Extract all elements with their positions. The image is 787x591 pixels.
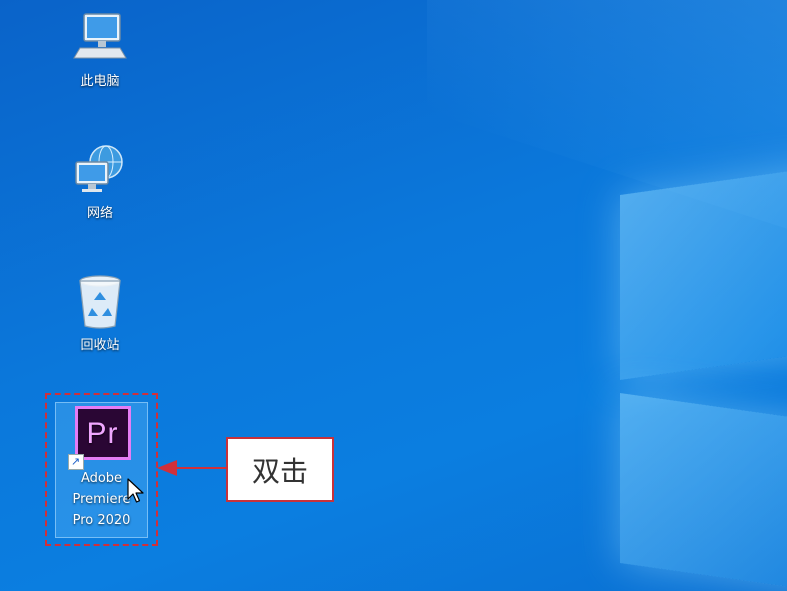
recycle-bin-icon	[70, 272, 130, 332]
desktop-icon-label: 此电脑	[80, 74, 120, 89]
desktop-icon-network[interactable]: 网络	[50, 140, 150, 223]
desktop-icon-recycle-bin[interactable]: 回收站	[50, 272, 150, 355]
desktop: 此电脑 网络 回收站 Pr ↗ Adobe Premiere Pro 2020 …	[0, 0, 787, 591]
network-icon	[70, 140, 130, 200]
annotation-arrow-line	[175, 467, 227, 469]
wallpaper-logo-pane-top	[620, 166, 787, 380]
desktop-icon-this-pc[interactable]: 此电脑	[50, 8, 150, 91]
mouse-cursor-icon	[127, 478, 144, 503]
annotation-arrow-head-icon	[157, 460, 177, 476]
wallpaper-logo-pane-bottom	[620, 393, 787, 591]
highlight-dashed-box	[45, 393, 158, 546]
annotation-callout: 双击	[226, 437, 334, 502]
desktop-icon-label: 回收站	[80, 338, 120, 353]
computer-icon	[70, 8, 130, 68]
desktop-icon-label: 网络	[86, 206, 113, 221]
